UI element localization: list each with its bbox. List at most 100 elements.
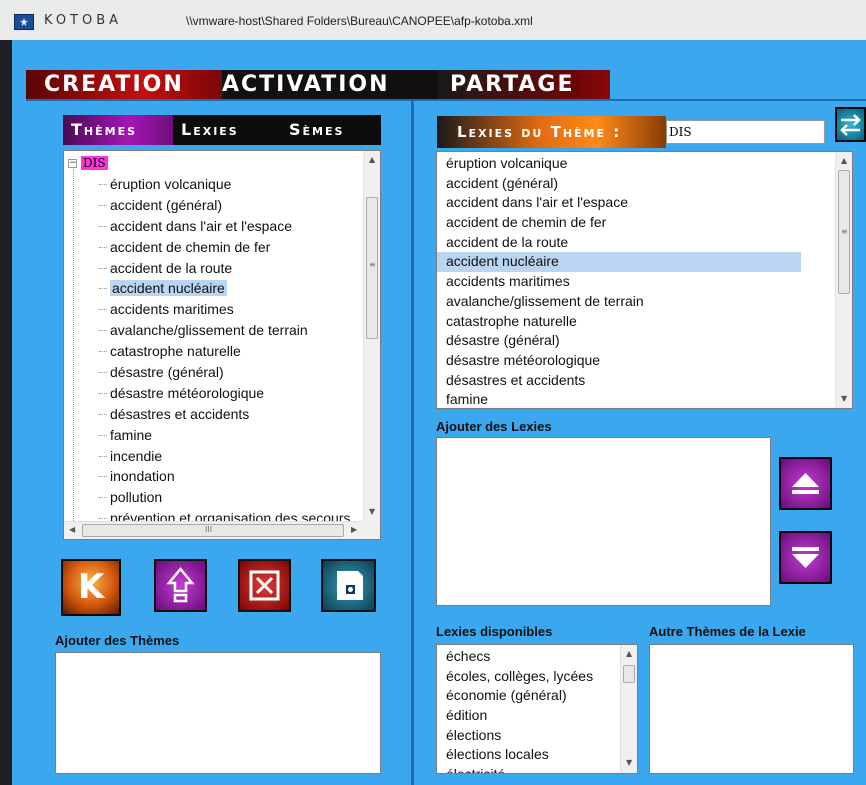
tree-items: éruption volcanique accident (général) acc… xyxy=(64,174,350,521)
available-scrollbar[interactable]: ▲ ▼ xyxy=(620,645,637,773)
tree-item[interactable]: catastrophe naturelle xyxy=(64,341,350,362)
tree-item-label: désastre (général) xyxy=(110,364,224,381)
theme-field[interactable] xyxy=(666,120,825,144)
tree-vertical-scrollbar[interactable]: ▲ ≡ ▼ xyxy=(363,151,380,521)
divider-horizontal xyxy=(26,99,866,101)
lexie-item-label: désastre météorologique xyxy=(446,351,601,368)
lexies-list[interactable]: éruption volcanique accident (général) acc… xyxy=(436,151,853,409)
grip-icon: ≡ xyxy=(369,260,376,269)
swap-icon xyxy=(840,114,861,136)
menu-creation[interactable]: CREATION xyxy=(26,70,222,99)
tree-scroll-thumb[interactable]: ≡ xyxy=(366,197,378,339)
menu-activation[interactable]: ACTIVATION xyxy=(222,70,438,99)
tab-lexies-label: Lexies xyxy=(181,120,239,139)
menu-partage[interactable]: PARTAGE xyxy=(438,70,610,99)
tree-item-label: accident de chemin de fer xyxy=(110,238,271,255)
available-item[interactable]: élections locales xyxy=(437,745,621,765)
tree-item[interactable]: accident (général) xyxy=(64,195,350,216)
tree-root-node[interactable]: − DIS xyxy=(68,155,108,171)
lexie-item[interactable]: famine xyxy=(437,390,835,408)
tree-item-label: accidents maritimes xyxy=(110,301,234,318)
lexie-item[interactable]: accident dans l'air et l'espace xyxy=(437,193,835,213)
available-item[interactable]: édition xyxy=(437,706,621,726)
tree-item[interactable]: désastre météorologique xyxy=(64,383,350,404)
tree-item-label: accident nucléaire xyxy=(110,280,227,297)
tree-item-label: accident (général) xyxy=(110,196,223,213)
tree-root-label[interactable]: DIS xyxy=(81,156,108,170)
lexie-item[interactable]: avalanche/glissement de terrain xyxy=(437,292,835,312)
lexie-item[interactable]: accident nucléaire xyxy=(437,252,835,273)
window-titlebar: KOTOBA \\vmware-host\Shared Folders\Bure… xyxy=(0,0,866,40)
delete-button[interactable] xyxy=(238,559,291,612)
save-icon xyxy=(337,571,363,600)
lexie-item[interactable]: accident (général) xyxy=(437,174,835,194)
lexie-item[interactable]: éruption volcanique xyxy=(437,154,835,174)
tree-item[interactable]: pollution xyxy=(64,487,350,508)
tree-item[interactable]: accident nucléaire xyxy=(64,278,350,299)
tree-item[interactable]: avalanche/glissement de terrain xyxy=(64,320,350,341)
lexies-scroll-up-icon[interactable]: ▲ xyxy=(841,156,847,165)
tree-item-label: catastrophe naturelle xyxy=(110,343,241,360)
other-themes-list[interactable] xyxy=(649,644,854,774)
theme-tree[interactable]: − DIS éruption volcanique accident (génér… xyxy=(63,150,381,540)
add-lexies-input[interactable] xyxy=(436,437,771,606)
available-lexies-list[interactable]: échecs écoles, collèges, lycées économie (… xyxy=(436,644,638,774)
available-lexies-label: Lexies disponibles xyxy=(436,624,553,639)
tab-semes[interactable]: Sèmes xyxy=(281,115,381,145)
tree-item[interactable]: accident de la route xyxy=(64,258,350,279)
tree-item[interactable]: famine xyxy=(64,425,350,446)
move-up-button[interactable] xyxy=(779,457,832,510)
scroll-down-icon[interactable]: ▼ xyxy=(369,507,375,516)
lexie-item-label: accidents maritimes xyxy=(446,273,570,290)
tree-item[interactable]: accident dans l'air et l'espace xyxy=(64,216,350,237)
move-down-button[interactable] xyxy=(779,531,832,584)
lexies-scrollbar[interactable]: ▲ ≡ ▼ xyxy=(835,152,852,408)
lexie-item[interactable]: catastrophe naturelle xyxy=(437,312,835,332)
available-item[interactable]: économie (général) xyxy=(437,686,621,706)
tree-horizontal-scrollbar[interactable]: ◀ III ▶ xyxy=(64,521,364,539)
tree-item-label: éruption volcanique xyxy=(110,176,232,192)
tree-item[interactable]: prévention et organisation des secours xyxy=(64,508,350,521)
lexie-item[interactable]: accident de chemin de fer xyxy=(437,213,835,233)
available-item[interactable]: écoles, collèges, lycées xyxy=(437,667,621,687)
tree-item[interactable]: désastre (général) xyxy=(64,362,350,383)
divider-vertical xyxy=(411,100,414,785)
scroll-left-icon[interactable]: ◀ xyxy=(69,525,75,534)
lexie-item[interactable]: désastres et accidents xyxy=(437,371,835,391)
lexie-item-label: catastrophe naturelle xyxy=(446,312,577,329)
available-item[interactable]: élections xyxy=(437,726,621,746)
swap-button[interactable] xyxy=(835,107,866,142)
lexie-item[interactable]: désastre météorologique xyxy=(437,351,835,371)
add-themes-input[interactable] xyxy=(55,652,381,774)
tab-themes[interactable]: Thèmes xyxy=(63,115,173,145)
lexie-item[interactable]: accidents maritimes xyxy=(437,272,835,292)
scroll-corner xyxy=(363,521,380,539)
scroll-up-icon[interactable]: ▲ xyxy=(369,155,375,164)
tree-item[interactable]: accident de chemin de fer xyxy=(64,237,350,258)
collapse-icon[interactable]: − xyxy=(68,158,77,168)
scroll-right-icon[interactable]: ▶ xyxy=(351,525,357,534)
available-scroll-up-icon[interactable]: ▲ xyxy=(626,649,632,658)
hgrip-icon: III xyxy=(205,525,213,534)
tree-item[interactable]: éruption volcanique xyxy=(64,174,350,195)
left-tabs: Thèmes Lexies Sèmes xyxy=(63,115,381,145)
tree-item[interactable]: désastres et accidents xyxy=(64,404,350,425)
save-button[interactable] xyxy=(321,559,376,612)
lexies-scroll-down-icon[interactable]: ▼ xyxy=(841,394,847,403)
available-scroll-thumb[interactable] xyxy=(623,665,635,683)
tree-item[interactable]: incendie xyxy=(64,446,350,467)
tab-themes-label: Thèmes xyxy=(71,120,138,139)
available-item[interactable]: électricité xyxy=(437,765,621,773)
tree-hscroll-thumb[interactable]: III xyxy=(82,524,344,537)
upload-button[interactable] xyxy=(154,559,207,612)
available-scroll-down-icon[interactable]: ▼ xyxy=(626,758,632,767)
tab-lexies[interactable]: Lexies xyxy=(173,115,281,145)
lexies-scroll-thumb[interactable]: ≡ xyxy=(838,170,850,294)
lexie-item[interactable]: désastre (général) xyxy=(437,331,835,351)
tree-item[interactable]: inondation xyxy=(64,466,350,487)
tree-item[interactable]: accidents maritimes xyxy=(64,299,350,320)
kotoba-button[interactable]: K xyxy=(61,559,121,616)
lexie-item[interactable]: accident de la route xyxy=(437,233,835,253)
upload-icon xyxy=(166,567,195,603)
available-item[interactable]: échecs xyxy=(437,647,621,667)
